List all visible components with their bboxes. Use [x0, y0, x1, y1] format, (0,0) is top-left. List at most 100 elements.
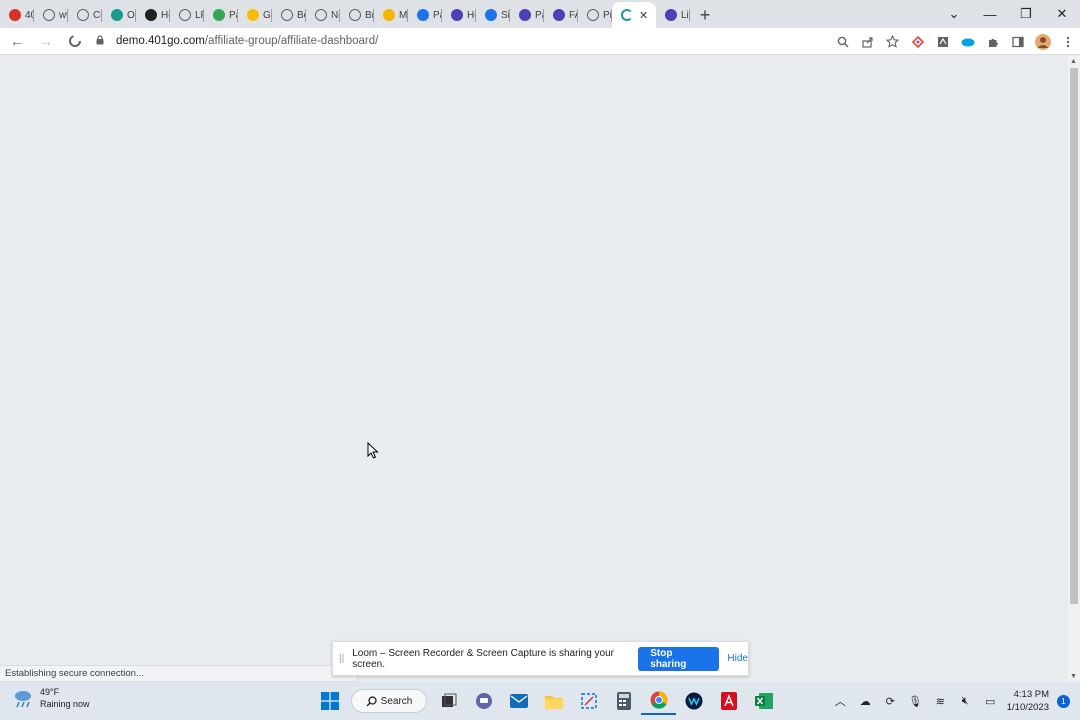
- calculator-icon[interactable]: [606, 687, 641, 715]
- minimize-button[interactable]: —: [972, 7, 1008, 22]
- page-content: [0, 56, 1068, 664]
- globe-icon: [77, 9, 89, 21]
- browser-tab[interactable]: Sig: [476, 2, 510, 28]
- scroll-up-icon[interactable]: ▲: [1070, 58, 1077, 65]
- start-button[interactable]: [312, 687, 347, 715]
- restore-button[interactable]: ❐: [1008, 6, 1044, 22]
- browser-tab[interactable]: Pr: [578, 2, 612, 28]
- tab-title: Pa: [433, 9, 442, 21]
- window-controls: ⌄ — ❐ ✕: [936, 0, 1080, 28]
- browser-tab[interactable]: Lit: [656, 2, 690, 28]
- excel-icon[interactable]: [746, 687, 781, 715]
- hide-button[interactable]: Hide: [727, 653, 748, 664]
- scroll-down-icon[interactable]: ▼: [1070, 673, 1077, 680]
- kebab-menu-icon[interactable]: [1055, 29, 1080, 54]
- clock-time: 4:13 PM: [1013, 689, 1049, 700]
- browser-tab[interactable]: Pa: [408, 2, 442, 28]
- system-clock[interactable]: 4:13 PM 1/10/2023: [1007, 688, 1049, 714]
- loom-message: Loom – Screen Recorder & Screen Capture …: [352, 647, 614, 670]
- chrome-icon[interactable]: [641, 687, 676, 715]
- star-icon[interactable]: [880, 29, 905, 54]
- extension-box-icon[interactable]: [930, 29, 955, 54]
- stop-loading-button[interactable]: [63, 29, 87, 53]
- puzzle-icon[interactable]: [980, 29, 1005, 54]
- zoom-icon[interactable]: [830, 29, 855, 54]
- globe-icon: [179, 9, 191, 21]
- onedrive-icon[interactable]: ☁: [853, 695, 878, 708]
- weather-temp: 49°F: [40, 687, 60, 697]
- webex-icon[interactable]: [676, 687, 711, 715]
- url-host: demo.401go.com: [116, 35, 205, 47]
- new-tab-button[interactable]: +: [690, 2, 720, 28]
- profile-avatar[interactable]: [1030, 29, 1055, 54]
- gmail-icon: [9, 9, 21, 21]
- browser-tab[interactable]: Hc: [442, 2, 476, 28]
- tab-title: Go: [263, 9, 272, 21]
- url-path: /affiliate-group/affiliate-dashboard/: [204, 35, 379, 47]
- tray-overflow-icon[interactable]: ︿: [828, 693, 853, 709]
- clock-date: 1/10/2023: [1006, 702, 1049, 713]
- asterisk-icon: [665, 9, 677, 21]
- lock-icon[interactable]: [96, 35, 104, 47]
- browser-tab[interactable]: Pa: [510, 2, 544, 28]
- 360-icon: [485, 9, 497, 21]
- tab-title: He: [161, 9, 170, 21]
- mail-icon[interactable]: [501, 687, 536, 715]
- extension-red-icon[interactable]: [905, 29, 930, 54]
- acrobat-icon[interactable]: [711, 687, 746, 715]
- tab-close-icon[interactable]: ✕: [639, 9, 648, 22]
- browser-tab[interactable]: LP: [170, 2, 204, 28]
- share-icon[interactable]: [855, 29, 880, 54]
- z-icon: [417, 9, 429, 21]
- globe-icon: [349, 9, 361, 21]
- tab-title: FA: [569, 9, 578, 21]
- browser-tab[interactable]: M: [374, 2, 408, 28]
- tab-title: Bo: [297, 9, 306, 21]
- scroll-thumb[interactable]: [1070, 68, 1078, 604]
- tab-title: 40: [25, 9, 34, 21]
- forward-button[interactable]: →: [34, 29, 58, 53]
- browser-tab[interactable]: 40: [0, 2, 34, 28]
- browser-tab[interactable]: ✕: [612, 2, 656, 28]
- stop-sharing-button[interactable]: Stop sharing: [638, 646, 720, 671]
- browser-tab[interactable]: Co: [68, 2, 102, 28]
- back-button[interactable]: ←: [5, 29, 29, 53]
- battery-icon[interactable]: ▭: [978, 695, 1003, 708]
- browser-tab[interactable]: He: [136, 2, 170, 28]
- tab-title: M: [399, 9, 408, 21]
- notification-badge[interactable]: 1: [1057, 694, 1070, 708]
- browser-tab[interactable]: ww: [34, 2, 68, 28]
- tab-title: Co: [93, 9, 102, 21]
- tab-search-icon[interactable]: ⌄: [936, 6, 972, 22]
- browser-tab[interactable]: Pa: [204, 2, 238, 28]
- browser-tab[interactable]: Bo: [272, 2, 306, 28]
- rain-cloud-icon: [15, 691, 31, 708]
- wifi-icon[interactable]: ≋: [928, 695, 953, 708]
- salesforce-icon[interactable]: [955, 29, 980, 54]
- browser-tab[interactable]: FA: [544, 2, 578, 28]
- tab-title: ww: [59, 9, 68, 21]
- globe-icon: [281, 9, 293, 21]
- address-bar[interactable]: demo.401go.com/affiliate-group/affiliate…: [88, 30, 818, 52]
- task-view-icon[interactable]: [431, 687, 466, 715]
- sync-icon[interactable]: ⟳: [878, 695, 903, 708]
- asterisk-icon: [553, 9, 565, 21]
- weather-widget[interactable]: 49°F Raining now: [12, 686, 90, 710]
- loading-icon: [621, 9, 633, 21]
- drag-handle-icon[interactable]: ||: [339, 653, 344, 664]
- file-explorer-icon[interactable]: [536, 687, 571, 715]
- browser-tab[interactable]: Ne: [306, 2, 340, 28]
- close-window-button[interactable]: ✕: [1044, 6, 1080, 22]
- snipping-tool-icon[interactable]: [571, 687, 606, 715]
- teams-chat-icon[interactable]: [466, 687, 501, 715]
- vertical-scrollbar[interactable]: ▲ ▼: [1068, 56, 1080, 682]
- sidepanel-icon[interactable]: [1005, 29, 1030, 54]
- browser-tab[interactable]: Go: [238, 2, 272, 28]
- microphone-icon[interactable]: 🎙︎: [903, 695, 928, 708]
- taskbar-search-label: Search: [380, 695, 413, 707]
- speaker-muted-icon[interactable]: 🔇︎: [953, 695, 978, 708]
- browser-tab[interactable]: Bri: [340, 2, 374, 28]
- browser-tab[interactable]: Ou: [102, 2, 136, 28]
- toolbar-actions: [830, 28, 1080, 55]
- taskbar-search[interactable]: Search: [351, 689, 427, 713]
